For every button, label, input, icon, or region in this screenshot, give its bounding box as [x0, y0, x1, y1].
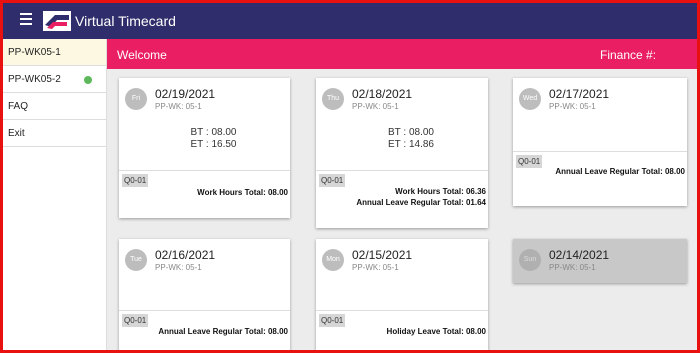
status-dot-icon: [84, 76, 92, 84]
code-tag: Q0-01: [319, 174, 346, 187]
card-total: Work Hours Total: 06.36: [395, 187, 486, 196]
day-badge: Tue: [125, 249, 147, 271]
day-badge: Mon: [322, 249, 344, 271]
sidebar: PP-WK05-1 PP-WK05-2 FAQ Exit: [3, 39, 107, 350]
day-card-mon[interactable]: Mon 02/15/2021 PP-WK: 05-1 Q0-01 Holiday…: [316, 239, 488, 350]
card-pay-period: PP-WK: 05-1: [155, 102, 202, 111]
day-card-wed[interactable]: Wed 02/17/2021 PP-WK: 05-1 Q0-01 Annual …: [513, 78, 687, 206]
card-pay-period: PP-WK: 05-1: [352, 263, 399, 272]
card-date: 02/16/2021: [155, 248, 216, 262]
day-badge: Fri: [125, 88, 147, 110]
day-card-fri[interactable]: Fri 02/19/2021 PP-WK: 05-1 BT : 08.00 ET…: [119, 78, 290, 218]
card-total: Annual Leave Regular Total: 08.00: [158, 327, 288, 336]
card-date: 02/19/2021: [155, 87, 216, 101]
card-pay-period: PP-WK: 05-1: [549, 102, 596, 111]
begin-time: BT : 08.00: [190, 127, 237, 138]
hamburger-menu-icon[interactable]: [20, 13, 32, 27]
card-divider: [119, 170, 290, 171]
top-bar: Virtual Timecard: [3, 3, 697, 39]
card-date: 02/14/2021: [549, 248, 610, 262]
card-divider: [119, 310, 290, 311]
sidebar-item-label: FAQ: [8, 101, 29, 112]
day-card-thu[interactable]: Thu 02/18/2021 PP-WK: 05-1 BT : 08.00 ET…: [316, 78, 488, 228]
card-date: 02/18/2021: [352, 87, 413, 101]
code-tag: Q0-01: [516, 155, 543, 168]
app-frame: Virtual Timecard PP-WK05-1 PP-WK05-2 FAQ…: [3, 3, 697, 350]
sidebar-item-faq[interactable]: FAQ: [3, 93, 106, 120]
welcome-text: Welcome: [117, 48, 167, 62]
end-time: ET : 14.86: [388, 139, 434, 150]
day-card-sun: Sun 02/14/2021 PP-WK: 05-1: [513, 239, 687, 283]
sidebar-item-exit[interactable]: Exit: [3, 120, 106, 147]
card-pay-period: PP-WK: 05-1: [155, 263, 202, 272]
card-total: Annual Leave Regular Total: 01.64: [356, 198, 486, 207]
sidebar-item-label: PP-WK05-1: [8, 47, 61, 58]
begin-time: BT : 08.00: [388, 127, 434, 138]
card-date: 02/17/2021: [549, 87, 610, 101]
card-total: Holiday Leave Total: 08.00: [386, 327, 486, 336]
code-tag: Q0-01: [122, 174, 149, 187]
day-badge: Thu: [322, 88, 344, 110]
card-total: Annual Leave Regular Total: 08.00: [555, 167, 685, 176]
card-pay-period: PP-WK: 05-1: [549, 263, 596, 272]
card-date: 02/15/2021: [352, 248, 413, 262]
clock-times: BT : 08.00 ET : 16.50: [119, 127, 290, 151]
day-card-tue[interactable]: Tue 02/16/2021 PP-WK: 05-1 Q0-01 Annual …: [119, 239, 290, 350]
sidebar-item-label: PP-WK05-2: [8, 74, 61, 85]
end-time: ET : 16.50: [190, 139, 237, 150]
day-badge: Sun: [519, 249, 541, 271]
clock-times: BT : 08.00 ET : 14.86: [316, 127, 488, 151]
card-divider: [316, 170, 488, 171]
card-pay-period: PP-WK: 05-1: [352, 102, 399, 111]
finance-number-label: Finance #:: [600, 48, 657, 62]
welcome-bar: Welcome Finance #:: [107, 39, 697, 69]
sidebar-item-label: Exit: [8, 128, 25, 139]
code-tag: Q0-01: [122, 314, 149, 327]
card-divider: [316, 310, 488, 311]
code-tag: Q0-01: [319, 314, 346, 327]
usps-eagle-logo: [43, 11, 71, 31]
day-badge: Wed: [519, 88, 541, 110]
app-title: Virtual Timecard: [75, 13, 176, 29]
sidebar-item-pp-wk05-1[interactable]: PP-WK05-1: [3, 39, 106, 66]
sidebar-item-pp-wk05-2[interactable]: PP-WK05-2: [3, 66, 106, 93]
card-divider: [513, 151, 687, 152]
card-total: Work Hours Total: 08.00: [197, 188, 288, 197]
